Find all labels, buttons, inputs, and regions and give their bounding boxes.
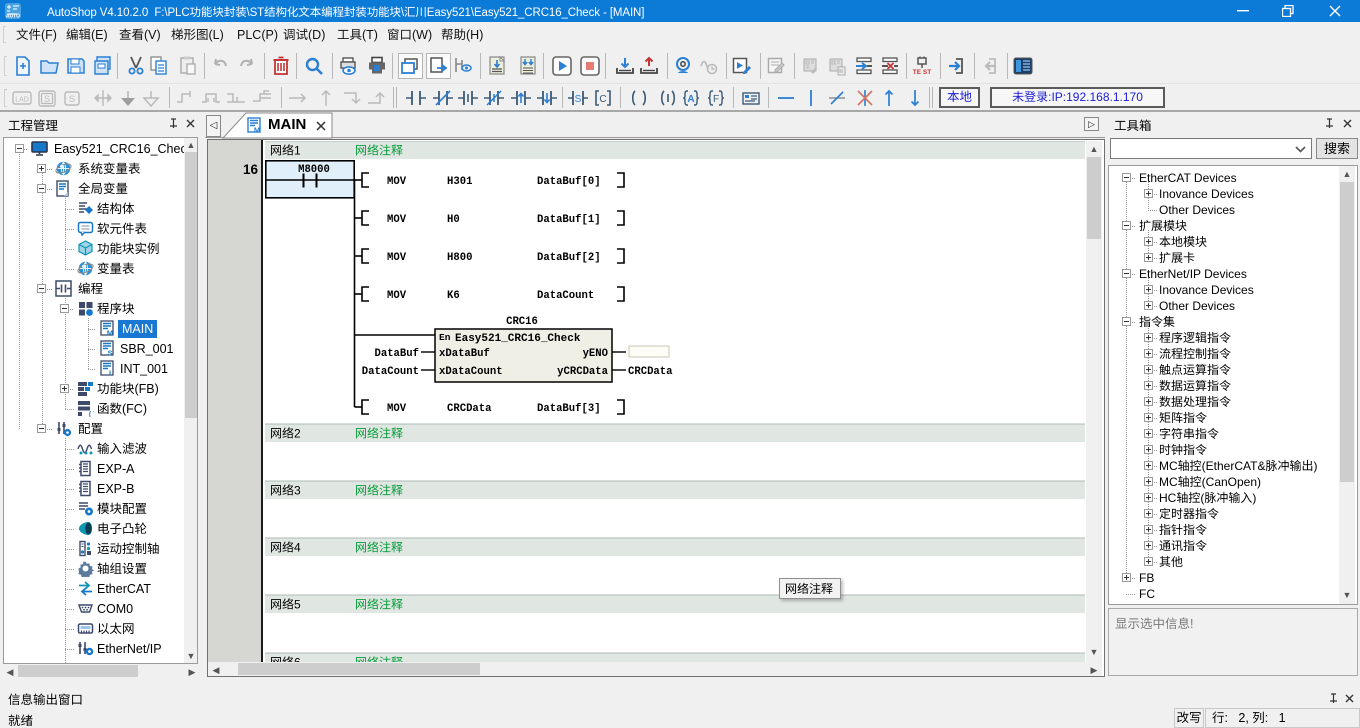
svg-text:网络1: 网络1 [270, 144, 301, 158]
svg-text:S: S [69, 94, 75, 104]
svg-text:LAD: LAD [15, 97, 29, 104]
svg-text:M: M [254, 126, 260, 135]
svg-text:DataBuf[2]: DataBuf[2] [537, 252, 601, 264]
svg-text:网络注释: 网络注释 [355, 144, 403, 158]
svg-text:CRC16: CRC16 [506, 316, 538, 328]
svg-text:M: M [107, 329, 113, 338]
svg-text:A: A [687, 94, 694, 105]
svg-text:MOV: MOV [387, 252, 407, 264]
svg-text:Easy521_CRC16_Check: Easy521_CRC16_Check [455, 333, 581, 345]
svg-text:CRCData: CRCData [628, 366, 673, 378]
svg-text:网络5: 网络5 [270, 598, 301, 612]
svg-text:DataBuf[0]: DataBuf[0] [537, 176, 601, 188]
svg-text:DataCount: DataCount [362, 366, 419, 378]
svg-text:yCRCData: yCRCData [557, 366, 609, 378]
svg-text:S: S [107, 349, 112, 358]
svg-text:网络注释: 网络注释 [355, 427, 403, 441]
svg-text:网络注释: 网络注释 [355, 484, 403, 498]
svg-text:(): () [88, 412, 94, 418]
svg-text:DataBuf[1]: DataBuf[1] [537, 214, 601, 226]
svg-text:MOV: MOV [387, 214, 407, 226]
svg-text:S: S [574, 94, 581, 105]
svg-text:En: En [439, 332, 451, 343]
svg-text:网络3: 网络3 [270, 484, 301, 498]
svg-text:H800: H800 [447, 252, 472, 264]
svg-text:xDataCount: xDataCount [439, 366, 503, 378]
svg-text:S: S [44, 94, 50, 104]
svg-text:C: C [599, 94, 606, 105]
svg-text:I: I [109, 369, 111, 378]
svg-text:MOV: MOV [387, 403, 407, 415]
svg-text:DataCount: DataCount [537, 290, 594, 302]
svg-text:H0: H0 [447, 214, 460, 226]
svg-text:TE ST: TE ST [913, 69, 931, 76]
svg-text:MOV: MOV [387, 176, 407, 188]
svg-text:网络4: 网络4 [270, 541, 301, 555]
svg-text:xDataBuf: xDataBuf [439, 348, 490, 360]
svg-text:yENO: yENO [583, 348, 608, 360]
svg-text:网络注释: 网络注释 [355, 541, 403, 555]
svg-text:CRCData: CRCData [447, 403, 492, 415]
svg-text:K6: K6 [447, 290, 460, 302]
svg-text:DataBuf[3]: DataBuf[3] [537, 403, 601, 415]
svg-text:MOV: MOV [387, 290, 407, 302]
svg-text:AUTO: AUTO [6, 14, 20, 20]
svg-text:H301: H301 [447, 176, 472, 188]
svg-text:F: F [713, 94, 719, 105]
svg-text:DataBuf: DataBuf [374, 348, 419, 360]
svg-text:网络2: 网络2 [270, 427, 301, 441]
svg-text:网络注释: 网络注释 [355, 598, 403, 612]
